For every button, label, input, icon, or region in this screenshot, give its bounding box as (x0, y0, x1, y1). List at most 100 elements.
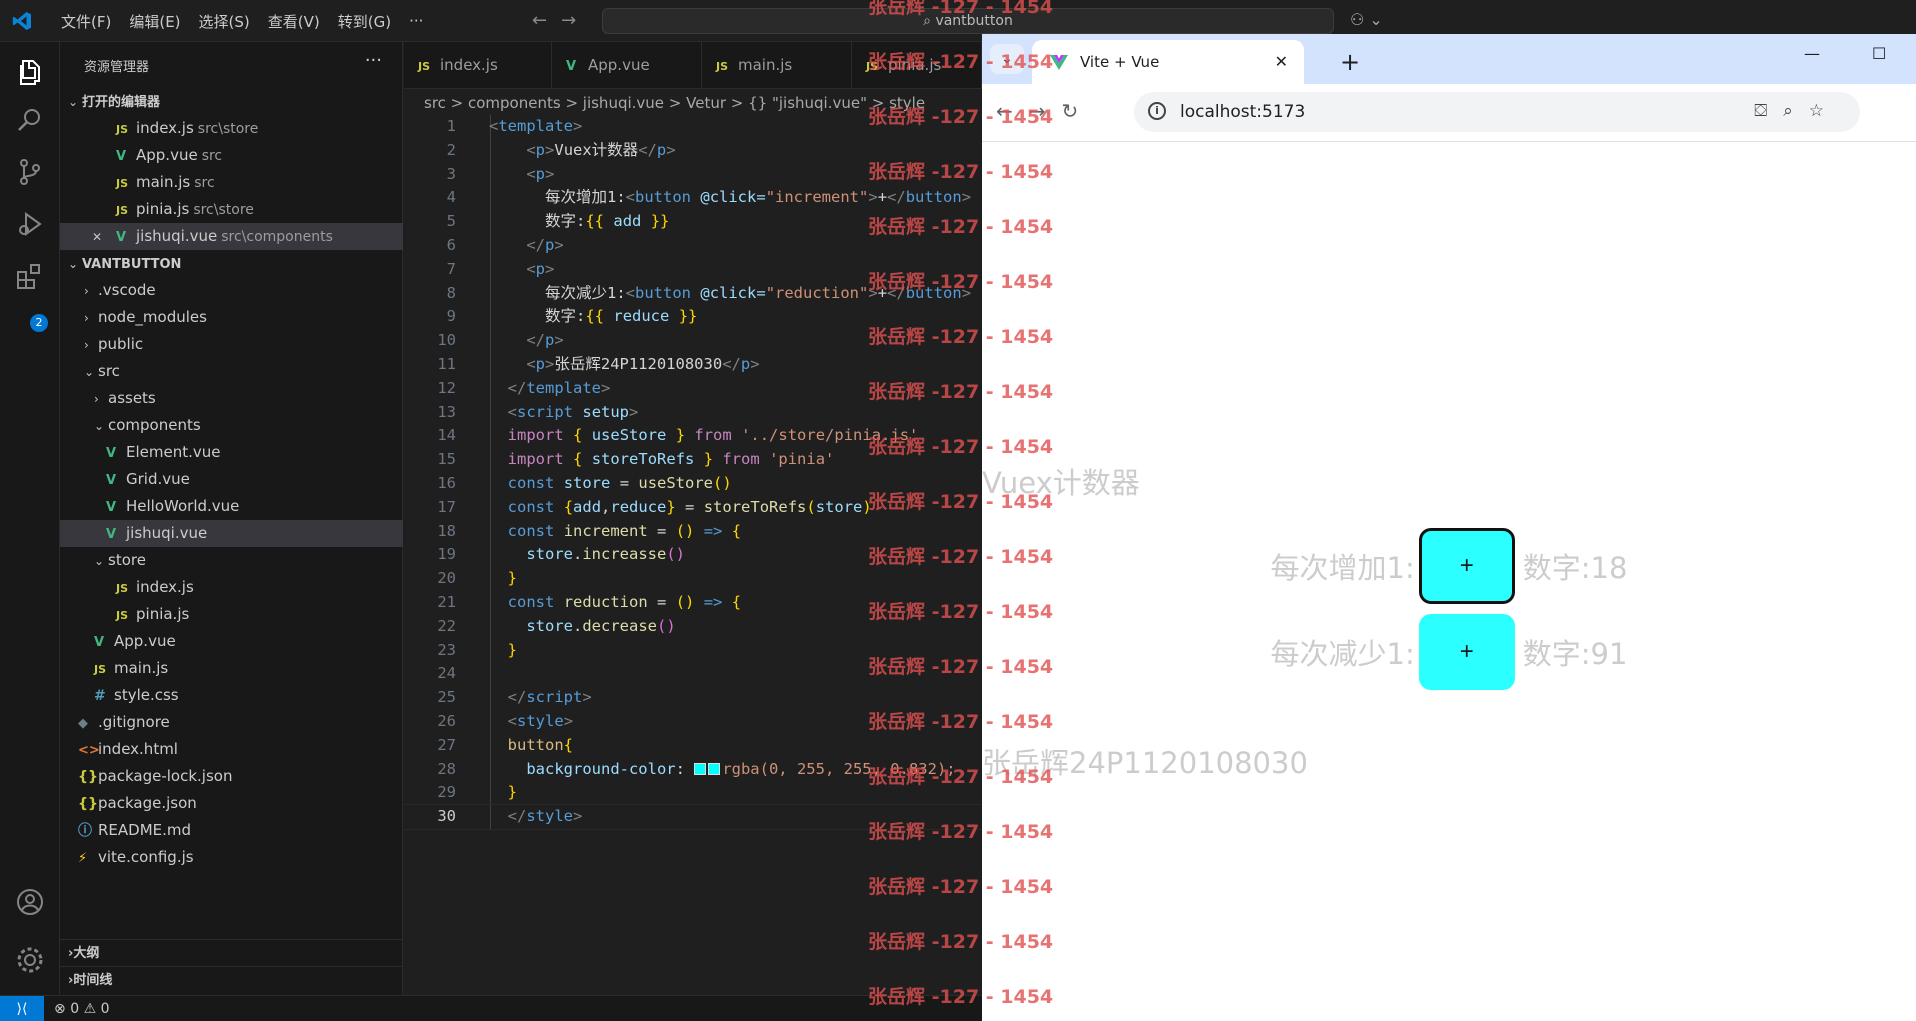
bookmark-star-icon[interactable]: ☆ (1809, 101, 1840, 121)
back-arrow-icon[interactable]: ← (532, 10, 561, 31)
tree-folder[interactable]: ⌄ src (60, 358, 403, 385)
tree-file[interactable]: <>index.html (60, 736, 403, 763)
watermark: 张岳辉 -127 - 1454 (868, 491, 1054, 513)
tree-folder[interactable]: › node_modules (60, 304, 403, 331)
outline-section[interactable]: ›大纲 (60, 939, 403, 966)
browser-tab-title: Vite + Vue (1080, 53, 1160, 71)
tree-folder[interactable]: ⌄ components (60, 412, 403, 439)
reduction-button[interactable]: + (1418, 614, 1515, 690)
menu-selection[interactable]: 选择(S) (190, 11, 259, 32)
tree-file[interactable]: ⓘ README.md (60, 817, 403, 844)
tree-file[interactable]: V Grid.vue (60, 466, 403, 493)
browser-tab-active[interactable]: Vite + Vue ✕ (1032, 40, 1304, 84)
tab-index-js[interactable]: JS index.js (404, 42, 552, 89)
tree-item-label: node_modules (98, 308, 207, 326)
tree-file[interactable]: V Element.vue (60, 439, 403, 466)
code-token: useStore (638, 473, 714, 492)
open-editor-path: src (201, 148, 223, 164)
timeline-section[interactable]: ›时间线 (60, 966, 403, 993)
open-editor-item[interactable]: JS index.js src\store (60, 115, 403, 142)
page-viewport: Vuex计数器 每次增加1: + 数字:18 每次减少1: + 数字:91 张岳… (982, 142, 1916, 1021)
tree-item-label: jishuqi.vue (126, 524, 208, 542)
new-tab-icon[interactable]: + (1340, 40, 1360, 84)
tree-file[interactable]: ◆ .gitignore (60, 709, 403, 736)
copilot-icon[interactable]: ⚇ ⌄ (1350, 10, 1383, 29)
decrement-value: 数字:91 (1522, 637, 1628, 671)
code-token: add (613, 212, 642, 231)
account-icon[interactable] (14, 886, 46, 918)
translate-icon[interactable]: ⛋ (1754, 101, 1783, 121)
zoom-icon[interactable]: ⌕ (1783, 101, 1809, 121)
explorer-more-button[interactable]: ··· (365, 50, 382, 71)
close-tab-icon[interactable]: ✕ (1275, 40, 1288, 84)
open-editor-item[interactable]: V App.vue src (60, 142, 403, 169)
increment-button[interactable]: + (1418, 528, 1515, 604)
code-token: increasse (582, 545, 667, 564)
tree-folder[interactable]: › public (60, 331, 403, 358)
tree-item-label: App.vue (114, 632, 176, 650)
line-number: 25 (437, 688, 456, 707)
tree-file[interactable]: ⚡ vite.config.js (60, 844, 403, 871)
tree-item-label: Element.vue (126, 443, 221, 461)
tab-app-vue[interactable]: V App.vue (552, 42, 702, 89)
site-info-icon[interactable]: i (1148, 102, 1166, 120)
tree-file[interactable]: JS index.js (60, 574, 403, 601)
tab-label: main.js (738, 56, 793, 74)
tree-file[interactable]: JS main.js (60, 655, 403, 682)
decrement-row: 每次减少1: + 数字:91 (982, 614, 1916, 690)
line-number: 16 (437, 473, 456, 492)
explorer-title: 资源管理器 (84, 60, 150, 75)
watermark: 张岳辉 -127 - 1454 (868, 766, 1054, 788)
close-icon[interactable]: ✕ (92, 224, 116, 251)
minimize-icon[interactable]: — (1804, 44, 1820, 63)
tree-folder[interactable]: › assets (60, 385, 403, 412)
json-file-icon: {} (78, 769, 98, 785)
run-debug-icon[interactable] (14, 208, 46, 240)
settings-gear-icon[interactable] (14, 944, 46, 976)
chevron-down-icon: ⌄ (84, 365, 95, 379)
extensions-icon[interactable] (14, 260, 46, 292)
maximize-icon[interactable]: ☐ (1872, 44, 1886, 63)
menu-more[interactable]: ··· (400, 12, 432, 30)
tree-file[interactable]: {}package.json (60, 790, 403, 817)
tree-file[interactable]: V HelloWorld.vue (60, 493, 403, 520)
tree-file-selected[interactable]: Vjishuqi.vue (60, 520, 403, 547)
line-number: 24 (437, 664, 456, 683)
menu-goto[interactable]: 转到(G) (329, 11, 400, 32)
menu-view[interactable]: 查看(V) (259, 11, 329, 32)
forward-arrow-icon[interactable]: → (561, 10, 590, 31)
code-token: useStore (591, 426, 667, 445)
problems-indicator[interactable]: ⊗ 0 ⚠ 0 (54, 996, 110, 1021)
source-control-icon[interactable] (14, 156, 46, 188)
open-editor-item-active[interactable]: ✕ Vjishuqi.vue src\components (60, 223, 403, 250)
search-activity-icon[interactable] (14, 104, 46, 136)
tree-folder[interactable]: › .vscode (60, 277, 403, 304)
menu-file[interactable]: 文件(F) (52, 11, 120, 32)
tab-main-js[interactable]: JS main.js (702, 42, 852, 89)
line-number: 5 (446, 212, 456, 231)
open-editor-item[interactable]: JS pinia.js src\store (60, 196, 403, 223)
tree-file[interactable]: JS pinia.js (60, 601, 403, 628)
tree-file[interactable]: # style.css (60, 682, 403, 709)
address-bar[interactable]: i localhost:5173 ⛋⌕☆ (1134, 92, 1860, 132)
menu-edit[interactable]: 编辑(E) (120, 11, 189, 32)
tree-item-label: public (98, 335, 144, 353)
warning-icon: ⚠ (83, 1001, 97, 1017)
open-editor-item[interactable]: JS main.js src (60, 169, 403, 196)
vue-file-icon: V (106, 500, 117, 515)
tree-file[interactable]: {}package-lock.json (60, 763, 403, 790)
breadcrumb[interactable]: src > components > jishuqi.vue > Vetur >… (424, 92, 925, 114)
open-editors-section[interactable]: ⌄ 打开的编辑器 (60, 88, 403, 115)
project-section[interactable]: ⌄ VANTBUTTON (60, 250, 403, 277)
code-line: 13 <script setup> (404, 401, 982, 425)
chevron-right-icon: › (84, 311, 89, 325)
tree-file[interactable]: V App.vue (60, 628, 403, 655)
reload-icon[interactable]: ↻ (1062, 99, 1095, 123)
tree-folder[interactable]: ⌄ store (60, 547, 403, 574)
open-editors-label: 打开的编辑器 (82, 95, 161, 110)
color-swatch[interactable] (708, 762, 721, 775)
color-swatch[interactable] (694, 762, 707, 775)
explorer-icon[interactable] (14, 56, 46, 88)
line-number: 13 (437, 402, 456, 421)
remote-indicator-icon[interactable]: ⟩⟨ (0, 996, 44, 1021)
